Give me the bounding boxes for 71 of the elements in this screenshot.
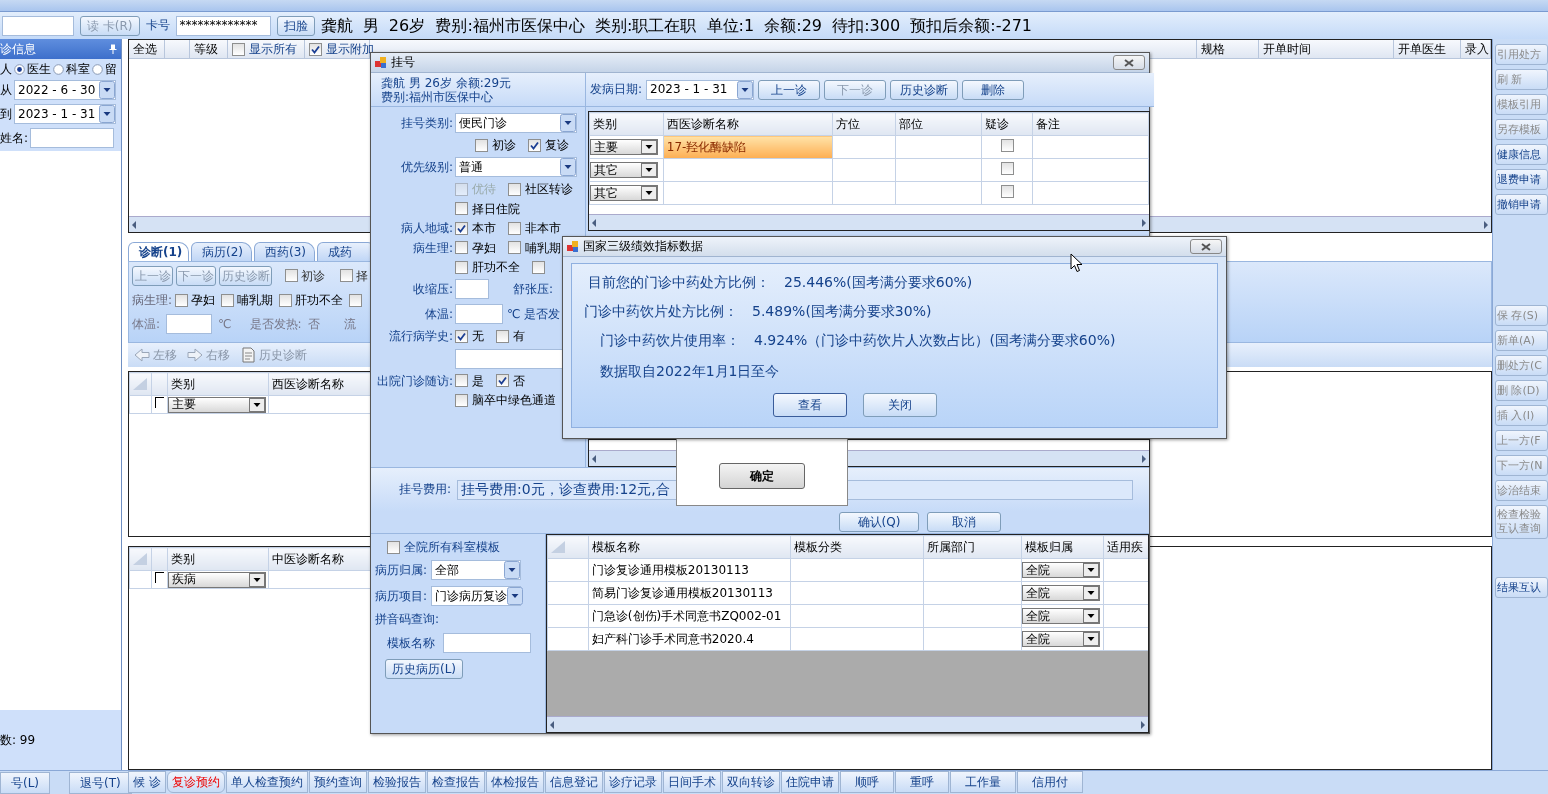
metric-label: 目前您的门诊中药处方比例： [588, 274, 770, 291]
field-label: 收缩压: [412, 282, 453, 297]
field-label: 病生理: [412, 240, 453, 255]
table-cell: 妇产科门诊手术同意书2020.4 [588, 627, 791, 651]
field-label: 到 [0, 107, 12, 122]
patient-info: 龚航 男 26岁 余额:29元 [381, 76, 513, 91]
checkbox-label: 否 [513, 373, 525, 389]
metric-value: 25.446%(国考满分要求60%) [784, 274, 973, 291]
field-label: 优先级别: [400, 160, 453, 175]
unit-label: ℃ [507, 307, 521, 322]
metric-label: 门诊中药饮片处方比例： [584, 303, 738, 320]
checkbox-label: 择 [356, 268, 368, 284]
checkbox-label: 复诊 [545, 138, 569, 153]
field-label: 体温: [424, 307, 453, 322]
unit-label: ℃ [218, 317, 232, 332]
field-value: 否 [307, 317, 320, 332]
table-cell: 门诊复诊通用模板20130113 [588, 558, 791, 582]
field-label: 挂号费用: [399, 482, 452, 497]
window-title: 挂号 [391, 55, 415, 70]
checkbox-label: 全院所有科室模板 [404, 540, 500, 555]
checkbox-label: 初诊 [301, 268, 325, 284]
field-label: 病人地域: [400, 221, 453, 236]
checkbox-label: 肝功不全 [472, 259, 520, 275]
field-label: 病生理: [132, 293, 173, 308]
checkbox-label: 初诊 [492, 138, 516, 153]
checkbox-label: 脑卒中绿色通道 [472, 393, 556, 408]
checkbox-label: 肝功不全 [295, 293, 344, 308]
data-note: 数据取自2022年1月1日至今 [599, 362, 781, 381]
checkbox-label: 优待 [472, 182, 496, 197]
panel-title: 诊信息 [0, 41, 36, 57]
radio-label: 科室 [66, 62, 90, 77]
card-label: 卡号 [145, 18, 170, 33]
field-label: 是否发热: [249, 317, 302, 332]
metric-value: 5.489%(国考满分要求30%) [752, 303, 932, 320]
field-label: 挂号类别: [400, 115, 453, 131]
patient-summary: 龚航 男 26岁 费别:福州市医保中心 类别:职工在职 单位:1 余额:29 待扣:300 预扣后余额:-271 [320, 15, 1032, 36]
checkbox-label: 是 [472, 373, 484, 389]
field-label: 体温: [132, 317, 161, 332]
field-label: 流行病学史: [388, 329, 453, 344]
checkbox-label: 孕妇 [472, 240, 496, 255]
checkbox-label: 无 [472, 329, 484, 344]
field-label: 是否发 [524, 307, 561, 322]
field-label: 流 [343, 317, 356, 332]
field-label: 姓名: [0, 131, 29, 146]
radio-label: 人 [0, 62, 12, 77]
checkbox-label: 显示所有 [248, 41, 297, 57]
checkbox-label: 本市 [472, 221, 496, 236]
fee-type-info: 费别:福州市医保中心 [381, 90, 495, 105]
metric-label: 门诊中药饮片使用率： [600, 332, 740, 349]
radio-label: 留 [105, 62, 117, 77]
field-label: 拼音码查询: [375, 612, 441, 627]
table-cell: 17-羟化酶缺陷 [663, 135, 833, 159]
checkbox-label: 哺乳期 [525, 240, 561, 255]
checkbox-label: 社区转诊 [525, 182, 573, 197]
checkbox-label: 非本市 [525, 221, 561, 236]
checkbox-label: 择日住院 [472, 201, 520, 217]
table-cell: 门急诊(创伤)手术同意书ZQ002-01 [588, 604, 791, 628]
field-label: 出院门诊随访: [376, 373, 453, 389]
field-label: 模板名称 [387, 635, 435, 650]
metric-value: 4.924%（门诊中药饮片人次数占比）(国考满分要求60%) [754, 332, 1116, 349]
field-label: 舒张压: [513, 282, 554, 297]
count-label: 数: 99 [0, 732, 37, 748]
field-label: 发病日期: [590, 82, 643, 97]
window-title: 国家三级绩效指标数据 [583, 239, 703, 254]
table-cell: 简易门诊复诊通用模板20130113 [588, 581, 791, 605]
checkbox-label: 孕妇 [191, 293, 216, 308]
field-label: 从 [0, 83, 12, 98]
checkbox-label: 有 [513, 329, 525, 344]
field-label: 病历项目: [375, 589, 428, 604]
radio-label: 医生 [27, 62, 51, 77]
checkbox-label: 哺乳期 [237, 293, 274, 308]
